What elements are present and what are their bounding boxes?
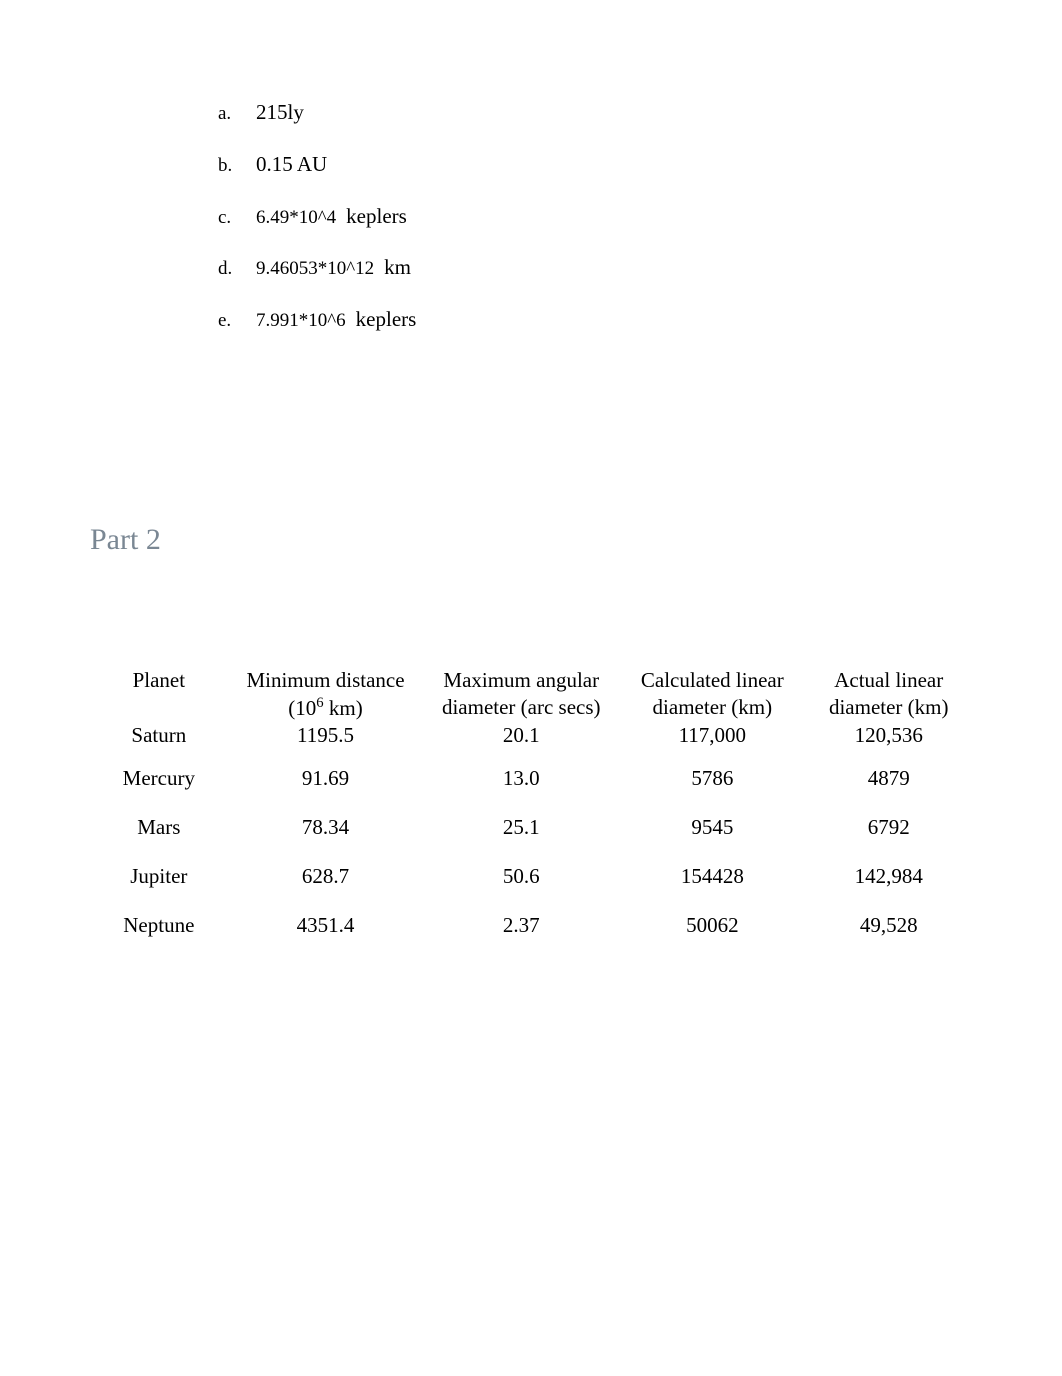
col-header-calculated: Calculated linear diameter (km) — [619, 667, 805, 723]
cell-max: 25.1 — [423, 803, 619, 852]
table-row: Mercury 91.69 13.0 5786 4879 — [90, 754, 972, 803]
col-header-min-distance: Minimum distance (106 km) — [228, 667, 424, 723]
cell-calc: 9545 — [619, 803, 805, 852]
cell-planet: Mercury — [90, 754, 228, 803]
list-marker: a. — [218, 103, 256, 126]
header-text: diameter (arc secs) — [442, 695, 601, 719]
cell-min: 91.69 — [228, 754, 424, 803]
header-text: km) — [324, 696, 363, 720]
cell-act: 4879 — [805, 754, 972, 803]
section-heading: Part 2 — [90, 523, 972, 557]
answer-number: 6.49*10^4 — [256, 207, 336, 230]
cell-act: 49,528 — [805, 901, 972, 950]
header-text: diameter (km) — [829, 695, 949, 719]
answer-item-a: a. 215ly — [218, 100, 972, 126]
answer-value: 0.15 AU — [256, 152, 327, 177]
cell-calc: 50062 — [619, 901, 805, 950]
header-text: Minimum distance — [246, 668, 404, 692]
answer-value: 215ly — [256, 100, 304, 125]
cell-act: 142,984 — [805, 852, 972, 901]
list-marker: c. — [218, 207, 256, 230]
header-sup: 6 — [316, 695, 323, 711]
cell-act: 6792 — [805, 803, 972, 852]
cell-min: 628.7 — [228, 852, 424, 901]
cell-act: 120,536 — [805, 723, 972, 754]
planet-table: Planet Minimum distance (106 km) Maximum… — [90, 667, 972, 950]
cell-planet: Jupiter — [90, 852, 228, 901]
cell-planet: Mars — [90, 803, 228, 852]
answer-list: a. 215ly b. 0.15 AU c. 6.49*10^4 keplers… — [218, 100, 972, 333]
table-header-row: Planet Minimum distance (106 km) Maximum… — [90, 667, 972, 723]
cell-min: 78.34 — [228, 803, 424, 852]
answer-item-b: b. 0.15 AU — [218, 152, 972, 178]
header-text: Maximum angular — [443, 668, 599, 692]
table-row: Saturn 1195.5 20.1 117,000 120,536 — [90, 723, 972, 754]
table-row: Mars 78.34 25.1 9545 6792 — [90, 803, 972, 852]
header-text: diameter (km) — [653, 695, 773, 719]
list-marker: e. — [218, 310, 256, 333]
cell-calc: 117,000 — [619, 723, 805, 754]
cell-max: 2.37 — [423, 901, 619, 950]
answer-item-d: d. 9.46053*10^12 km — [218, 255, 972, 281]
table-row: Jupiter 628.7 50.6 154428 142,984 — [90, 852, 972, 901]
cell-min: 1195.5 — [228, 723, 424, 754]
answer-number: 9.46053*10^12 — [256, 258, 374, 281]
header-text: Actual linear — [834, 668, 943, 692]
answer-unit: keplers — [356, 307, 417, 332]
list-marker: b. — [218, 155, 256, 178]
col-header-max-angular: Maximum angular diameter (arc secs) — [423, 667, 619, 723]
header-text: Calculated linear — [641, 668, 784, 692]
header-text: Planet — [133, 668, 186, 692]
cell-calc: 5786 — [619, 754, 805, 803]
page: a. 215ly b. 0.15 AU c. 6.49*10^4 keplers… — [0, 0, 1062, 1376]
cell-max: 13.0 — [423, 754, 619, 803]
answer-item-e: e. 7.991*10^6 keplers — [218, 307, 972, 333]
col-header-planet: Planet — [90, 667, 228, 723]
answer-item-c: c. 6.49*10^4 keplers — [218, 204, 972, 230]
cell-planet: Saturn — [90, 723, 228, 754]
table-row: Neptune 4351.4 2.37 50062 49,528 — [90, 901, 972, 950]
cell-calc: 154428 — [619, 852, 805, 901]
cell-max: 50.6 — [423, 852, 619, 901]
cell-min: 4351.4 — [228, 901, 424, 950]
list-marker: d. — [218, 258, 256, 281]
cell-max: 20.1 — [423, 723, 619, 754]
cell-planet: Neptune — [90, 901, 228, 950]
answer-number: 7.991*10^6 — [256, 310, 346, 333]
answer-unit: keplers — [346, 204, 407, 229]
col-header-actual: Actual linear diameter (km) — [805, 667, 972, 723]
header-text: (10 — [288, 696, 316, 720]
answer-unit: km — [384, 255, 411, 280]
